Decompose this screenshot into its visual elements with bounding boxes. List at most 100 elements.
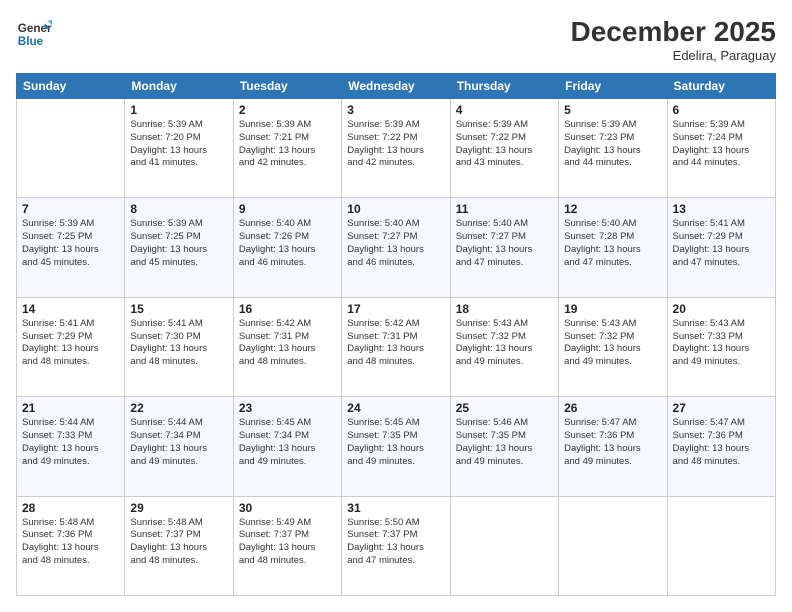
week-row-4: 21 Sunrise: 5:44 AM Sunset: 7:33 PM Dayli… xyxy=(17,397,776,496)
day-number: 8 xyxy=(130,202,227,216)
month-title: December 2025 xyxy=(571,16,776,48)
calendar-cell: 4 Sunrise: 5:39 AM Sunset: 7:22 PM Daylig… xyxy=(450,99,558,198)
calendar-cell: 19Sunrise: 5:43 AM Sunset: 7:32 PM Dayli… xyxy=(559,297,667,396)
day-number: 17 xyxy=(347,302,444,316)
calendar-cell: 3 Sunrise: 5:39 AM Sunset: 7:22 PM Daylig… xyxy=(342,99,450,198)
day-number: 28 xyxy=(22,501,119,515)
day-info: Sunrise: 5:46 AM Sunset: 7:35 PM Dayligh… xyxy=(456,417,553,468)
day-number: 18 xyxy=(456,302,553,316)
day-number: 24 xyxy=(347,401,444,415)
header: General Blue December 2025 Edelira, Para… xyxy=(16,16,776,63)
day-info: Sunrise: 5:48 AM Sunset: 7:37 PM Dayligh… xyxy=(130,517,227,568)
calendar-cell: 17 Sunrise: 5:42 AM Sunset: 7:31 PM Dayli… xyxy=(342,297,450,396)
calendar-header-row: SundayMondayTuesdayWednesdayThursdayFrid… xyxy=(17,74,776,99)
calendar-cell: 14Sunrise: 5:41 AM Sunset: 7:29 PM Dayli… xyxy=(17,297,125,396)
calendar-cell: 25 Sunrise: 5:46 AM Sunset: 7:35 PM Dayli… xyxy=(450,397,558,496)
day-info: Sunrise: 5:44 AM Sunset: 7:33 PM Dayligh… xyxy=(22,417,119,468)
day-info: Sunrise: 5:39 AM Sunset: 7:21 PM Dayligh… xyxy=(239,119,336,170)
calendar-cell: 28 Sunrise: 5:48 AM Sunset: 7:36 PM Dayli… xyxy=(17,496,125,595)
day-number: 13 xyxy=(673,202,770,216)
calendar-cell xyxy=(450,496,558,595)
day-info: Sunrise: 5:40 AM Sunset: 7:27 PM Dayligh… xyxy=(347,218,444,269)
day-number: 15 xyxy=(130,302,227,316)
day-info: Sunrise: 5:41 AM Sunset: 7:29 PM Dayligh… xyxy=(22,318,119,369)
calendar-cell: 16Sunrise: 5:42 AM Sunset: 7:31 PM Dayli… xyxy=(233,297,341,396)
day-number: 6 xyxy=(673,103,770,117)
day-info: Sunrise: 5:45 AM Sunset: 7:34 PM Dayligh… xyxy=(239,417,336,468)
col-header-monday: Monday xyxy=(125,74,233,99)
calendar-cell: 15 Sunrise: 5:41 AM Sunset: 7:30 PM Dayli… xyxy=(125,297,233,396)
day-info: Sunrise: 5:47 AM Sunset: 7:36 PM Dayligh… xyxy=(673,417,770,468)
day-number: 20 xyxy=(673,302,770,316)
day-info: Sunrise: 5:47 AM Sunset: 7:36 PM Dayligh… xyxy=(564,417,661,468)
svg-text:Blue: Blue xyxy=(18,35,44,48)
day-info: Sunrise: 5:39 AM Sunset: 7:25 PM Dayligh… xyxy=(22,218,119,269)
day-number: 23 xyxy=(239,401,336,415)
day-info: Sunrise: 5:39 AM Sunset: 7:25 PM Dayligh… xyxy=(130,218,227,269)
logo: General Blue xyxy=(16,16,52,52)
day-info: Sunrise: 5:42 AM Sunset: 7:31 PM Dayligh… xyxy=(347,318,444,369)
calendar-cell: 30 Sunrise: 5:49 AM Sunset: 7:37 PM Dayli… xyxy=(233,496,341,595)
calendar-cell: 29 Sunrise: 5:48 AM Sunset: 7:37 PM Dayli… xyxy=(125,496,233,595)
day-info: Sunrise: 5:39 AM Sunset: 7:22 PM Dayligh… xyxy=(347,119,444,170)
day-info: Sunrise: 5:40 AM Sunset: 7:26 PM Dayligh… xyxy=(239,218,336,269)
day-info: Sunrise: 5:50 AM Sunset: 7:37 PM Dayligh… xyxy=(347,517,444,568)
calendar-cell xyxy=(559,496,667,595)
day-info: Sunrise: 5:39 AM Sunset: 7:23 PM Dayligh… xyxy=(564,119,661,170)
day-number: 3 xyxy=(347,103,444,117)
page: General Blue December 2025 Edelira, Para… xyxy=(0,0,792,612)
day-number: 25 xyxy=(456,401,553,415)
day-info: Sunrise: 5:43 AM Sunset: 7:33 PM Dayligh… xyxy=(673,318,770,369)
day-number: 29 xyxy=(130,501,227,515)
calendar-cell: 13Sunrise: 5:41 AM Sunset: 7:29 PM Dayli… xyxy=(667,198,775,297)
col-header-saturday: Saturday xyxy=(667,74,775,99)
day-number: 4 xyxy=(456,103,553,117)
day-info: Sunrise: 5:39 AM Sunset: 7:22 PM Dayligh… xyxy=(456,119,553,170)
location-subtitle: Edelira, Paraguay xyxy=(571,48,776,63)
calendar-cell: 21 Sunrise: 5:44 AM Sunset: 7:33 PM Dayli… xyxy=(17,397,125,496)
day-number: 10 xyxy=(347,202,444,216)
calendar-cell: 2 Sunrise: 5:39 AM Sunset: 7:21 PM Daylig… xyxy=(233,99,341,198)
day-info: Sunrise: 5:41 AM Sunset: 7:30 PM Dayligh… xyxy=(130,318,227,369)
calendar-cell xyxy=(667,496,775,595)
calendar-cell xyxy=(17,99,125,198)
day-info: Sunrise: 5:42 AM Sunset: 7:31 PM Dayligh… xyxy=(239,318,336,369)
calendar-cell: 26 Sunrise: 5:47 AM Sunset: 7:36 PM Dayli… xyxy=(559,397,667,496)
calendar-cell: 5 Sunrise: 5:39 AM Sunset: 7:23 PM Daylig… xyxy=(559,99,667,198)
day-number: 19 xyxy=(564,302,661,316)
calendar-cell: 7 Sunrise: 5:39 AM Sunset: 7:25 PM Daylig… xyxy=(17,198,125,297)
day-number: 9 xyxy=(239,202,336,216)
col-header-sunday: Sunday xyxy=(17,74,125,99)
day-number: 11 xyxy=(456,202,553,216)
day-number: 5 xyxy=(564,103,661,117)
day-number: 21 xyxy=(22,401,119,415)
day-info: Sunrise: 5:39 AM Sunset: 7:24 PM Dayligh… xyxy=(673,119,770,170)
day-info: Sunrise: 5:39 AM Sunset: 7:20 PM Dayligh… xyxy=(130,119,227,170)
calendar-table: SundayMondayTuesdayWednesdayThursdayFrid… xyxy=(16,73,776,596)
week-row-3: 14Sunrise: 5:41 AM Sunset: 7:29 PM Dayli… xyxy=(17,297,776,396)
calendar-cell: 24 Sunrise: 5:45 AM Sunset: 7:35 PM Dayli… xyxy=(342,397,450,496)
day-info: Sunrise: 5:45 AM Sunset: 7:35 PM Dayligh… xyxy=(347,417,444,468)
day-number: 27 xyxy=(673,401,770,415)
day-info: Sunrise: 5:40 AM Sunset: 7:27 PM Dayligh… xyxy=(456,218,553,269)
calendar-cell: 23 Sunrise: 5:45 AM Sunset: 7:34 PM Dayli… xyxy=(233,397,341,496)
calendar-cell: 6 Sunrise: 5:39 AM Sunset: 7:24 PM Daylig… xyxy=(667,99,775,198)
day-info: Sunrise: 5:44 AM Sunset: 7:34 PM Dayligh… xyxy=(130,417,227,468)
day-number: 26 xyxy=(564,401,661,415)
col-header-wednesday: Wednesday xyxy=(342,74,450,99)
week-row-5: 28 Sunrise: 5:48 AM Sunset: 7:36 PM Dayli… xyxy=(17,496,776,595)
week-row-2: 7 Sunrise: 5:39 AM Sunset: 7:25 PM Daylig… xyxy=(17,198,776,297)
calendar-cell: 8 Sunrise: 5:39 AM Sunset: 7:25 PM Daylig… xyxy=(125,198,233,297)
col-header-thursday: Thursday xyxy=(450,74,558,99)
calendar-cell: 18 Sunrise: 5:43 AM Sunset: 7:32 PM Dayli… xyxy=(450,297,558,396)
day-info: Sunrise: 5:49 AM Sunset: 7:37 PM Dayligh… xyxy=(239,517,336,568)
day-info: Sunrise: 5:43 AM Sunset: 7:32 PM Dayligh… xyxy=(456,318,553,369)
day-info: Sunrise: 5:48 AM Sunset: 7:36 PM Dayligh… xyxy=(22,517,119,568)
day-number: 7 xyxy=(22,202,119,216)
calendar-cell: 20 Sunrise: 5:43 AM Sunset: 7:33 PM Dayli… xyxy=(667,297,775,396)
day-number: 30 xyxy=(239,501,336,515)
calendar-cell: 11 Sunrise: 5:40 AM Sunset: 7:27 PM Dayli… xyxy=(450,198,558,297)
calendar-cell: 10 Sunrise: 5:40 AM Sunset: 7:27 PM Dayli… xyxy=(342,198,450,297)
day-number: 2 xyxy=(239,103,336,117)
day-number: 12 xyxy=(564,202,661,216)
